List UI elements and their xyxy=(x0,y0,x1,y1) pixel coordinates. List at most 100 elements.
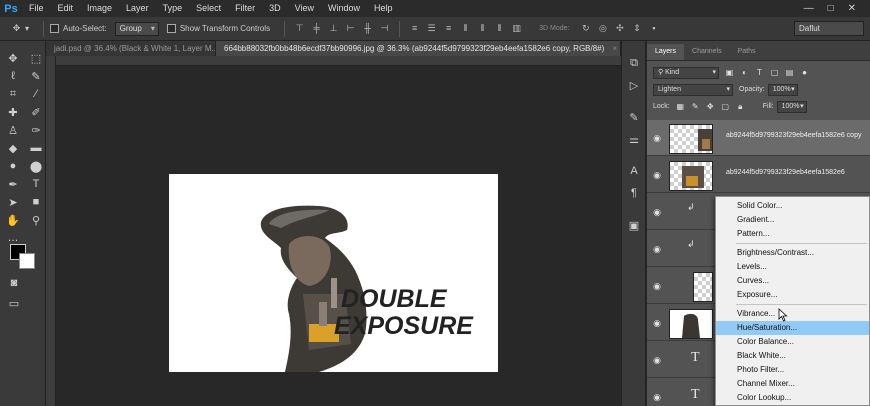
align-top-icon[interactable]: ⊤ xyxy=(294,23,305,34)
lock-artboard-icon[interactable]: ▢ xyxy=(721,102,730,111)
menu-type[interactable]: Type xyxy=(156,0,190,17)
3d-orbit-icon[interactable]: ↻ xyxy=(580,23,591,34)
layer-name[interactable]: ab9244f5d9799323f29eb4eefa1582e6 copy xyxy=(726,132,861,139)
lock-all-icon[interactable]: 🔒︎ xyxy=(736,102,745,111)
actions-panel-icon[interactable]: ▷ xyxy=(622,75,646,95)
maximize-button[interactable]: □ xyxy=(828,3,834,14)
filter-shape-icon[interactable]: ▢ xyxy=(770,68,779,77)
minimize-button[interactable]: — xyxy=(804,3,814,14)
brush-tool-icon[interactable]: ✐ xyxy=(26,104,46,120)
quick-mask-icon[interactable]: ◙ xyxy=(4,275,24,291)
eye-icon[interactable]: ◉ xyxy=(652,207,662,217)
quick-select-tool-icon[interactable]: ✎ xyxy=(26,68,46,84)
menu-item-hue-saturation[interactable]: Hue/Saturation... xyxy=(716,321,869,335)
zoom-tool-icon[interactable]: ⚲ xyxy=(26,212,46,228)
history-panel-icon[interactable]: ⧉ xyxy=(622,53,646,73)
menu-file[interactable]: File xyxy=(22,0,51,17)
menu-window[interactable]: Window xyxy=(321,0,367,17)
filter-smart-object-icon[interactable]: ▤ xyxy=(785,68,794,77)
3d-roll-icon[interactable]: ◎ xyxy=(597,23,608,34)
path-select-tool-icon[interactable]: ➤ xyxy=(3,194,23,210)
menu-item-pattern[interactable]: Pattern... xyxy=(716,227,869,241)
clone-stamp-tool-icon[interactable]: ♙ xyxy=(3,122,23,138)
auto-select-checkbox[interactable] xyxy=(50,24,60,33)
opacity-input[interactable]: 100% xyxy=(767,83,798,96)
lock-pixels-icon[interactable]: ✎ xyxy=(691,102,700,111)
marquee-tool-icon[interactable]: ⬚ xyxy=(26,50,46,66)
tool-preset-chevron-icon[interactable]: ▾ xyxy=(25,24,29,33)
properties-panel-icon[interactable]: ▣ xyxy=(622,215,646,235)
menu-help[interactable]: Help xyxy=(367,0,400,17)
eye-icon[interactable]: ◉ xyxy=(652,244,662,254)
3d-drag-icon[interactable]: ✣ xyxy=(614,23,625,34)
distribute-right-icon[interactable]: ⦀ xyxy=(494,23,505,34)
canvas-area[interactable]: DOUBLE EXPOSURE xyxy=(46,56,621,406)
distribute-left-icon[interactable]: ⦀ xyxy=(460,23,471,34)
align-hcenter-icon[interactable]: ╫ xyxy=(362,23,373,34)
menu-item-color-balance[interactable]: Color Balance... xyxy=(716,335,869,349)
menu-select[interactable]: Select xyxy=(189,0,228,17)
menu-item-exposure[interactable]: Exposure... xyxy=(716,288,869,302)
tab-channels[interactable]: Channels xyxy=(684,44,730,60)
adjustments-panel-icon[interactable]: ⚌ xyxy=(622,129,646,149)
history-brush-tool-icon[interactable]: ✑ xyxy=(26,122,46,138)
gradient-tool-icon[interactable]: ▬ xyxy=(26,140,46,156)
filter-kind-dropdown[interactable]: ⚲ Kind xyxy=(653,66,719,79)
menu-item-photo-filter[interactable]: Photo Filter... xyxy=(716,363,869,377)
lock-position-icon[interactable]: ✥ xyxy=(706,102,715,111)
3d-slide-icon[interactable]: ⇕ xyxy=(631,23,642,34)
type-tool-icon[interactable]: T xyxy=(26,176,46,192)
align-right-icon[interactable]: ⊣ xyxy=(379,23,390,34)
brush-panel-icon[interactable]: ✎ xyxy=(622,107,646,127)
layer-row[interactable]: ◉ ab9244f5d9799323f29eb4eefa1582e6 copy xyxy=(647,120,870,156)
move-tool-icon[interactable]: ✥ xyxy=(3,50,23,66)
distribute-vcenter-icon[interactable]: ☰ xyxy=(426,23,437,34)
tab-active-document[interactable]: 664bb88032fb0bb48b6ecdf37bb90996.jpg @ 3… xyxy=(216,41,621,56)
auto-select-dropdown[interactable]: Group xyxy=(114,21,159,36)
eye-icon[interactable]: ◉ xyxy=(652,281,662,291)
paragraph-panel-icon[interactable]: ¶ xyxy=(622,183,646,203)
distribute-hcenter-icon[interactable]: ⦀ xyxy=(477,23,488,34)
blend-mode-dropdown[interactable]: Lighten xyxy=(653,83,733,96)
eye-icon[interactable]: ◉ xyxy=(652,392,662,402)
eraser-tool-icon[interactable]: ◆ xyxy=(3,140,23,156)
3d-scale-icon[interactable]: ▪ xyxy=(648,23,659,34)
background-color-swatch[interactable] xyxy=(19,253,35,269)
menu-item-channel-mixer[interactable]: Channel Mixer... xyxy=(716,377,869,391)
menu-edit[interactable]: Edit xyxy=(51,0,81,17)
menu-item-gradient[interactable]: Gradient... xyxy=(716,213,869,227)
align-left-icon[interactable]: ⊢ xyxy=(345,23,356,34)
eye-icon[interactable]: ◉ xyxy=(652,355,662,365)
tab-jadi-psd[interactable]: jadi.psd @ 36.4% (Black & White 1, Layer… xyxy=(46,41,216,56)
menu-layer[interactable]: Layer xyxy=(119,0,156,17)
menu-filter[interactable]: Filter xyxy=(228,0,262,17)
auto-align-icon[interactable]: ▥ xyxy=(511,23,522,34)
layer-row[interactable]: ◉ ab9244f5d9799323f29eb4eefa1582e6 xyxy=(647,157,870,193)
character-panel-icon[interactable]: A xyxy=(622,161,646,181)
workspace-switcher[interactable]: Daflut xyxy=(794,21,864,36)
healing-tool-icon[interactable]: ✚ xyxy=(3,104,23,120)
align-vcenter-icon[interactable]: ╪ xyxy=(311,23,322,34)
eye-icon[interactable]: ◉ xyxy=(652,170,662,180)
filter-adjustment-icon[interactable]: ◐ xyxy=(740,68,749,77)
menu-item-black-white[interactable]: Black White... xyxy=(716,349,869,363)
hand-tool-icon[interactable]: ✋ xyxy=(3,212,23,228)
lasso-tool-icon[interactable]: ℓ xyxy=(3,68,23,84)
blur-tool-icon[interactable]: ● xyxy=(3,158,23,174)
filter-type-icon[interactable]: T xyxy=(755,68,764,77)
eye-icon[interactable]: ◉ xyxy=(652,318,662,328)
eyedropper-tool-icon[interactable]: ⁄ xyxy=(26,86,46,102)
dodge-tool-icon[interactable]: ⬤ xyxy=(26,158,46,174)
layer-name[interactable]: ab9244f5d9799323f29eb4eefa1582e6 xyxy=(726,169,845,176)
menu-item-vibrance[interactable]: Vibrance... xyxy=(716,307,869,321)
distribute-top-icon[interactable]: ≡ xyxy=(409,23,420,34)
menu-item-curves[interactable]: Curves... xyxy=(716,274,869,288)
move-tool-icon[interactable]: ✥ xyxy=(11,23,22,34)
crop-tool-icon[interactable]: ⌗ xyxy=(3,86,23,102)
close-button[interactable]: ✕ xyxy=(848,3,856,14)
menu-item-levels[interactable]: Levels... xyxy=(716,260,869,274)
tab-paths[interactable]: Paths xyxy=(730,44,764,60)
document-canvas[interactable]: DOUBLE EXPOSURE xyxy=(169,174,498,372)
distribute-bottom-icon[interactable]: ≡ xyxy=(443,23,454,34)
fill-input[interactable]: 100% xyxy=(776,100,807,113)
